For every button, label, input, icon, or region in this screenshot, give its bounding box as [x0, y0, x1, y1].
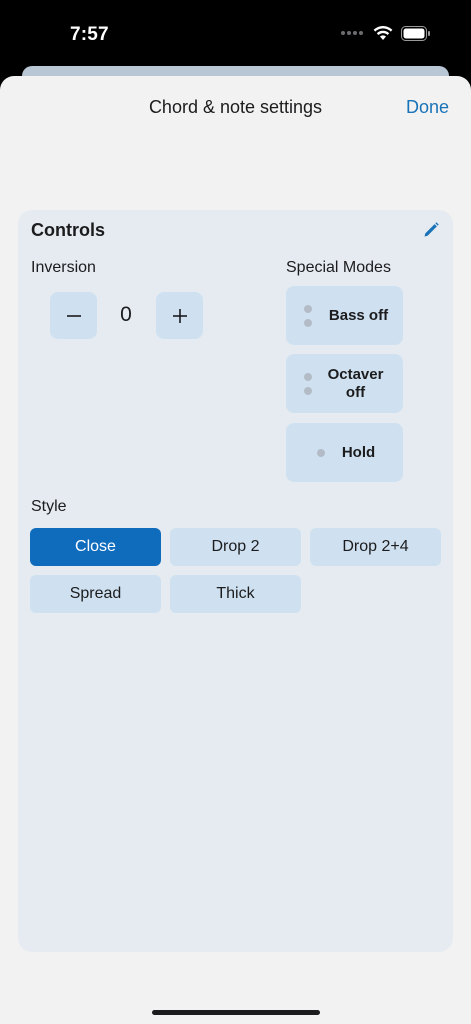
inversion-decrement-button[interactable]: [50, 292, 97, 339]
hold-toggle-label: Hold: [341, 443, 376, 461]
style-option-close[interactable]: Close: [30, 528, 161, 566]
pencil-icon[interactable]: [422, 221, 440, 239]
home-indicator[interactable]: [152, 1010, 320, 1015]
two-dot-indicator-icon: [304, 304, 312, 327]
bass-toggle-button[interactable]: Bass off: [286, 286, 403, 345]
octaver-toggle-label: Octaver off: [327, 365, 384, 401]
style-option-drop-2-4[interactable]: Drop 2+4: [310, 528, 441, 566]
plus-icon: [172, 308, 187, 323]
two-dot-indicator-icon: [304, 372, 312, 395]
style-label: Style: [31, 498, 67, 515]
battery-icon: [401, 25, 430, 41]
minus-icon: [66, 314, 81, 317]
status-bar: 7:57: [0, 0, 471, 70]
style-option-thick[interactable]: Thick: [170, 575, 301, 613]
octaver-toggle-button[interactable]: Octaver off: [286, 354, 403, 413]
inversion-value: 0: [120, 303, 132, 326]
bass-toggle-label: Bass off: [328, 306, 389, 324]
style-option-spread[interactable]: Spread: [30, 575, 161, 613]
sheet-title: Chord & note settings: [148, 97, 323, 117]
hold-toggle-button[interactable]: Hold: [286, 423, 403, 482]
done-button[interactable]: Done: [406, 97, 449, 118]
status-icons: [341, 25, 431, 41]
inversion-label: Inversion: [31, 259, 96, 276]
status-time: 7:57: [70, 24, 109, 45]
controls-title: Controls: [31, 220, 105, 240]
cellular-signal-icon: [341, 31, 363, 35]
inversion-increment-button[interactable]: [156, 292, 203, 339]
wifi-icon: [373, 25, 393, 40]
special-modes-label: Special Modes: [286, 259, 391, 276]
style-option-drop-2[interactable]: Drop 2: [170, 528, 301, 566]
